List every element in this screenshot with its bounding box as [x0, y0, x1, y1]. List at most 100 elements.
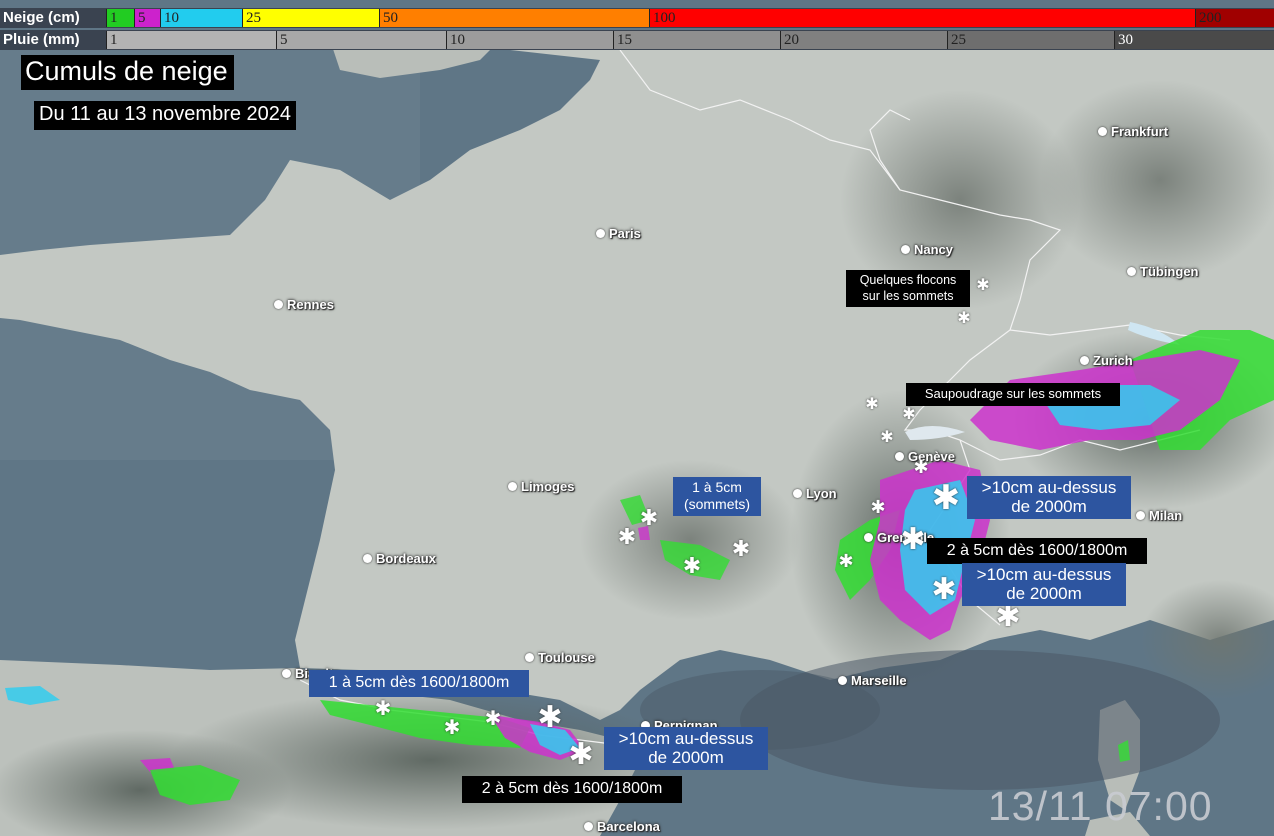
city-marker: Milan [1136, 508, 1182, 523]
city-name: Bordeaux [376, 551, 436, 566]
annotation-line: Quelques flocons [859, 273, 957, 287]
legend-snow-segment: 100 [649, 9, 1195, 27]
annotation-label: 2 à 5cm dès 1600/1800m [462, 776, 682, 803]
snowflake-icon: ✱ [902, 404, 916, 423]
legend-rain-segment: 20 [780, 31, 947, 49]
city-name: Limoges [521, 479, 575, 494]
city-name: Paris [609, 226, 641, 241]
legend-rain-segment: 30 [1114, 31, 1274, 49]
annotation-label: 2 à 5cm dès 1600/1800m [927, 538, 1147, 564]
legend-rain-bar: 1 5 10 15 20 25 30 [106, 31, 1274, 49]
legend-snow-title: Neige (cm) [0, 8, 106, 28]
snowflake-icon: ✱ [880, 427, 894, 446]
snow-map: Neige (cm) 1 5 10 25 50 100 200 Pluie (mm) 151… [0, 0, 1274, 836]
city-dot-icon [864, 533, 873, 542]
timestamp: 13/11 07:00 [988, 783, 1213, 829]
legend-snow-label: 25 [246, 10, 261, 26]
city-dot-icon [508, 482, 517, 491]
annotation-line: >10cm au-dessus [981, 478, 1117, 497]
city-marker: Rennes [274, 297, 334, 312]
city-dot-icon [1127, 267, 1136, 276]
city-dot-icon [584, 822, 593, 831]
city-dot-icon [901, 245, 910, 254]
annotation-line: >10cm au-dessus [976, 565, 1112, 584]
city-dot-icon [1098, 127, 1107, 136]
legend-rain-label: 25 [951, 32, 966, 48]
legend-snow-segment: 10 [160, 9, 242, 27]
snowflake-icon: ✱ [976, 275, 990, 294]
annotation-label: >10cm au-dessus de 2000m [604, 727, 768, 770]
snowflake-icon: ✱ [995, 599, 1021, 634]
snowflake-icon: ✱ [900, 522, 926, 557]
snowflake-icon: ✱ [484, 706, 502, 730]
annotation-line: de 2000m [1011, 497, 1087, 516]
city-marker: Paris [596, 226, 641, 241]
legend-snow-label: 100 [653, 10, 676, 26]
legend-snow-segment: 50 [379, 9, 649, 27]
legend-snow-segment: 200 [1195, 9, 1274, 27]
city-marker: Barcelona [584, 819, 660, 834]
city-dot-icon [1136, 511, 1145, 520]
city-dot-icon [793, 489, 802, 498]
legend-snow-label: 200 [1199, 10, 1222, 26]
city-marker: Frankfurt [1098, 124, 1168, 139]
snowflake-icon: ✱ [568, 737, 594, 772]
city-name: Zurich [1093, 353, 1133, 368]
city-name: Marseille [851, 673, 907, 688]
annotation-line: Saupoudrage sur les sommets [924, 386, 1102, 401]
city-name: Milan [1149, 508, 1183, 523]
city-marker: Marseille [838, 673, 907, 688]
legend-snow: Neige (cm) 1 5 10 25 50 100 200 [0, 8, 1274, 28]
city-name: Frankfurt [1111, 124, 1169, 139]
city-marker: Bordeaux [363, 551, 436, 566]
snowflake-icon: ✱ [443, 715, 461, 739]
legend-snow-bar: 1 5 10 25 50 100 200 [106, 9, 1274, 27]
snowflake-icon: ✱ [374, 696, 392, 720]
legend-snow-segment: 25 [242, 9, 379, 27]
annotation-line: 1 à 5cm dès 1600/1800m [328, 674, 510, 691]
snowflake-icon: ✱ [931, 478, 961, 518]
snow-corsica [1118, 740, 1130, 762]
city-marker: Limoges [508, 479, 574, 494]
annotation-label: >10cm au-dessus de 2000m [967, 476, 1131, 519]
legend-rain-label: 20 [784, 32, 799, 48]
legend-rain: Pluie (mm) 1 5 10 15 20 25 30 [0, 30, 1274, 50]
legend-snow-label: 10 [164, 10, 179, 26]
snowflake-icon: ✱ [931, 572, 957, 607]
legend-rain-label: 10 [450, 32, 465, 48]
city-name: Barcelona [597, 819, 660, 834]
legend-rain-label: 30 [1118, 32, 1133, 48]
city-name: Rennes [287, 297, 334, 312]
city-dot-icon [363, 554, 372, 563]
city-name: Lyon [806, 486, 837, 501]
legend-rain-segment: 10 [446, 31, 613, 49]
city-dot-icon [282, 669, 291, 678]
city-name: Tübingen [1140, 264, 1199, 279]
snowflake-icon: ✱ [870, 497, 886, 518]
snowflake-icon: ✱ [639, 506, 659, 531]
city-dot-icon [1080, 356, 1089, 365]
snow-west-pyrenees [5, 686, 240, 805]
annotation-line: sur les sommets [862, 289, 954, 303]
annotation-line: 1 à 5cm [692, 479, 742, 495]
snowflake-icon: ✱ [865, 394, 879, 413]
city-name: Toulouse [538, 650, 595, 665]
legend-rain-label: 15 [617, 32, 632, 48]
legend-rain-segment: 5 [276, 31, 446, 49]
legend-rain-segment: 15 [613, 31, 780, 49]
snowflake-icon: ✱ [617, 525, 637, 550]
legend-rain-title: Pluie (mm) [0, 30, 106, 50]
city-marker: Lyon [793, 486, 837, 501]
annotation-label: Saupoudrage sur les sommets [906, 383, 1120, 406]
snowflake-icon: ✱ [913, 457, 929, 478]
annotation-line: 2 à 5cm dès 1600/1800m [946, 542, 1128, 559]
snowflake-icon: ✱ [731, 537, 751, 562]
legend-rain-label: 5 [280, 32, 288, 48]
city-marker: Toulouse [525, 650, 595, 665]
legend-snow-label: 1 [110, 10, 118, 26]
annotation-label: Quelques flocons sur les sommets [846, 270, 970, 307]
snowflake-icon: ✱ [957, 308, 971, 327]
legend-rain-label: 1 [110, 32, 118, 48]
snowflake-icon: ✱ [838, 551, 854, 572]
city-dot-icon [895, 452, 904, 461]
